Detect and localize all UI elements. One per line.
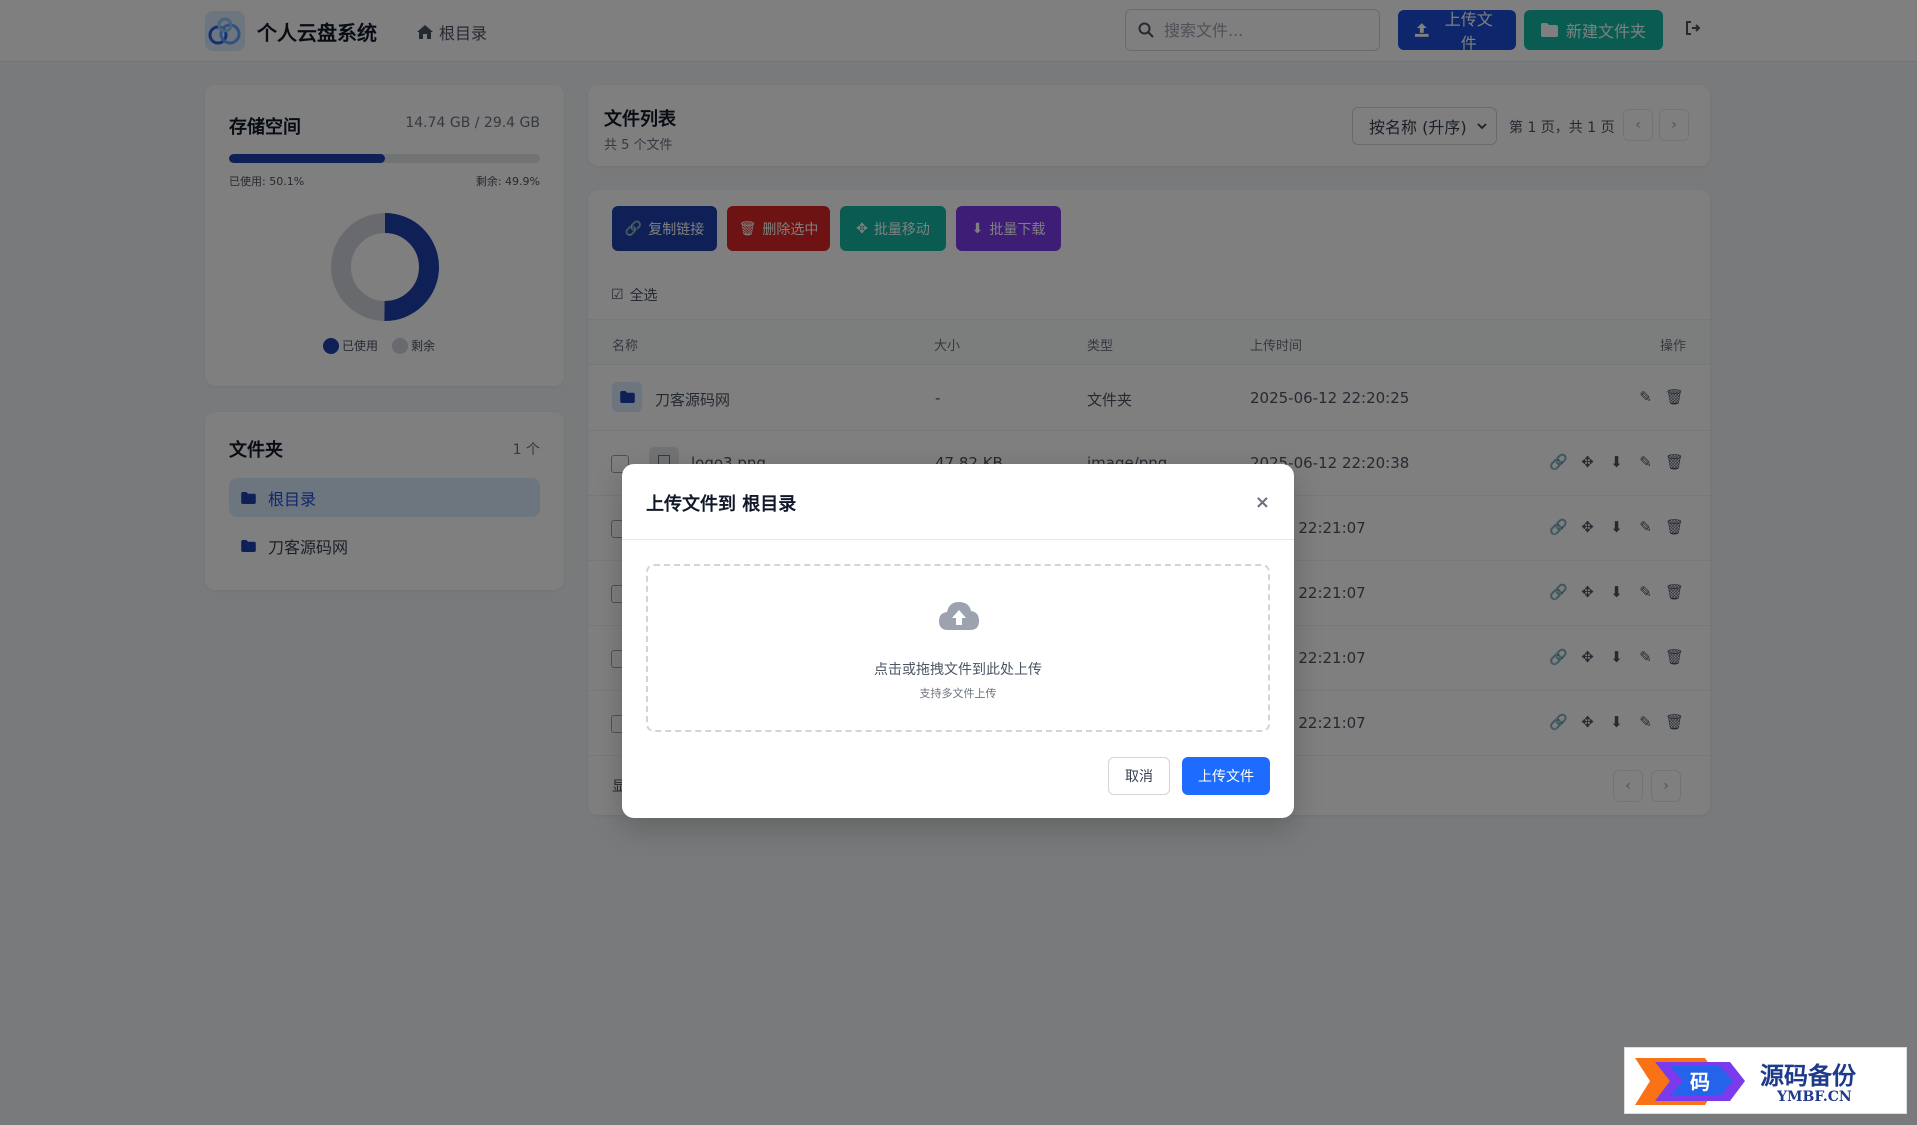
watermark-url: YMBF.CN: [1777, 1089, 1852, 1105]
watermark-logo: 码 源码备份 YMBF.CN: [1624, 1047, 1907, 1114]
watermark-logo-char: 码: [1690, 1070, 1710, 1094]
watermark-emblem: 码: [1635, 1058, 1745, 1105]
dropzone-subtext: 支持多文件上传: [919, 687, 997, 700]
cancel-button[interactable]: 取消: [1108, 757, 1170, 795]
modal-title: 上传文件到 根目录: [646, 494, 797, 515]
cloud-upload-icon: [939, 602, 979, 630]
upload-modal: 上传文件到 根目录 × 点击或拖拽文件到此处上传 支持多文件上传 取消 上传文件: [622, 464, 1294, 818]
modal-divider: [622, 539, 1294, 540]
dropzone-text: 点击或拖拽文件到此处上传: [874, 662, 1042, 678]
close-icon[interactable]: ×: [1255, 492, 1270, 513]
upload-dropzone[interactable]: 点击或拖拽文件到此处上传 支持多文件上传: [646, 564, 1270, 732]
submit-upload-button[interactable]: 上传文件: [1182, 757, 1270, 795]
watermark-text: 源码备份: [1760, 1061, 1856, 1090]
